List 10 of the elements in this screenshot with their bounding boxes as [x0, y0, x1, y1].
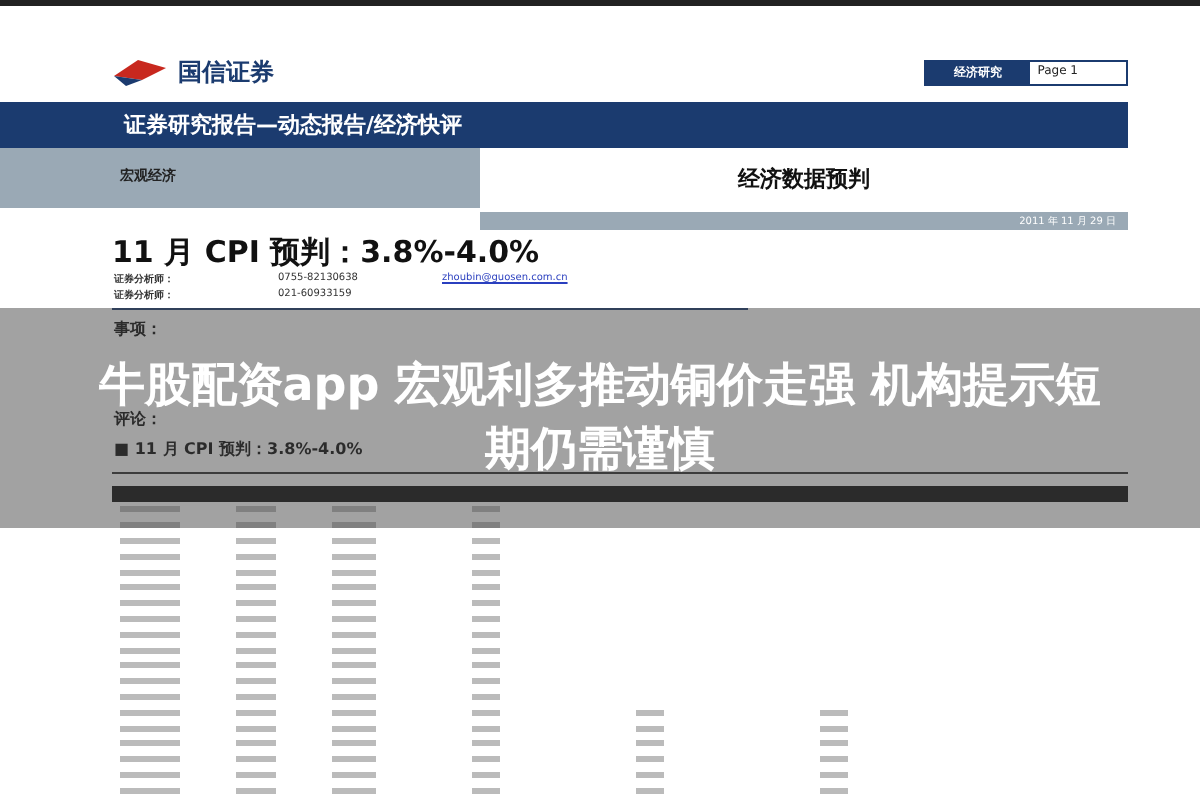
section-heading: ■ 11 月 CPI 预判：3.8%-4.0% [114, 438, 363, 460]
logo-icon [110, 56, 170, 88]
headline: 期仍需谨慎 [485, 422, 715, 480]
headline: 牛股配资app 宏观利多推动铜价走强 机构提示短 [98, 358, 1102, 412]
section-heading: 事项： [114, 318, 162, 340]
report-title: 11 月 CPI 预判：3.8%-4.0% [112, 234, 542, 272]
section-heading: 评论： [114, 408, 162, 430]
brand-name: 国信证券 [178, 55, 274, 89]
category-title: 经济数据预判 [735, 164, 872, 196]
report-banner: 证券研究报告—动态报告/经济快评 [0, 102, 1128, 148]
